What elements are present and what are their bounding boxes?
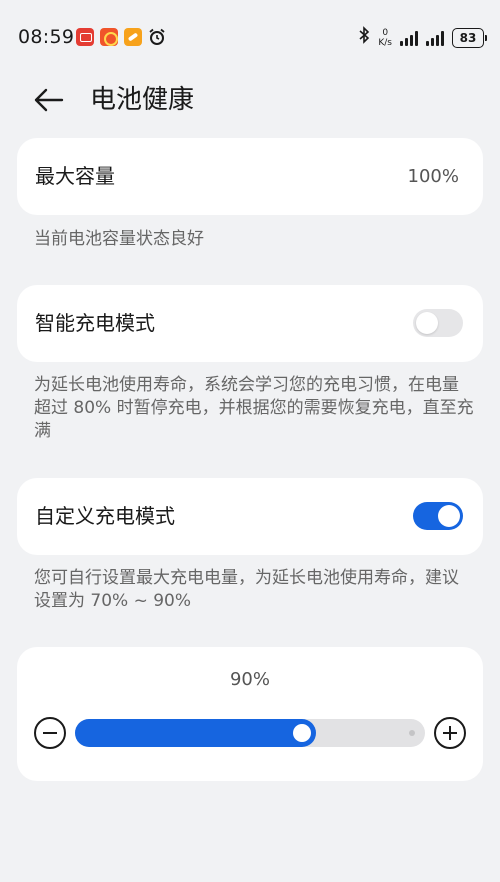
custom-charging-note: 您可自行设置最大充电电量，为延长电池使用寿命，建议设置为 70% ~ 90% <box>34 568 459 611</box>
toggle-knob <box>438 505 460 527</box>
max-capacity-value: 100% <box>407 166 459 187</box>
status-bar: 08:59 0 K/s 83 <box>0 0 500 76</box>
max-capacity-label: 最大容量 <box>35 164 115 188</box>
decrease-button[interactable] <box>34 717 66 749</box>
page-title: 电池健康 <box>90 85 195 115</box>
charge-limit-card: 90% <box>17 647 483 781</box>
back-button[interactable] <box>30 82 70 118</box>
notification-icons <box>76 28 166 46</box>
custom-charging-toggle[interactable] <box>413 502 463 530</box>
network-speed: 0 K/s <box>378 28 392 48</box>
smart-charging-note: 为延长电池使用寿命，系统会学习您的充电习惯，在电量超过 80% 时暂停充电，并根… <box>34 375 474 441</box>
shopping-app-icon <box>100 28 118 46</box>
arrow-left-icon <box>34 88 64 112</box>
toggle-knob <box>416 312 438 334</box>
smart-charging-card: 智能充电模式 <box>17 285 483 362</box>
signal-icon-2 <box>426 30 444 46</box>
smart-charging-label: 智能充电模式 <box>35 311 155 335</box>
smart-charging-toggle[interactable] <box>413 309 463 337</box>
orange-app-icon <box>124 28 142 46</box>
custom-charging-label: 自定义充电模式 <box>35 504 175 528</box>
message-app-icon <box>76 28 94 46</box>
network-speed-unit: K/s <box>378 37 392 48</box>
charge-limit-value: 90% <box>229 669 270 690</box>
status-right: 0 K/s 83 <box>358 26 487 49</box>
increase-button[interactable] <box>434 717 466 749</box>
alarm-icon <box>148 28 166 46</box>
bluetooth-icon <box>358 26 370 49</box>
network-speed-value: 0 <box>382 27 389 38</box>
max-capacity-card: 最大容量 100% <box>17 138 483 215</box>
max-capacity-note: 当前电池容量状态良好 <box>34 229 204 249</box>
status-time: 08:59 <box>18 26 75 48</box>
slider-thumb[interactable] <box>293 724 311 742</box>
slider-fill <box>75 719 316 747</box>
battery-icon: 83 <box>452 27 487 48</box>
custom-charging-card: 自定义充电模式 <box>17 478 483 555</box>
battery-level: 83 <box>459 30 477 45</box>
header: 电池健康 <box>0 76 500 124</box>
slider-end-dot <box>409 730 415 736</box>
charge-limit-slider[interactable] <box>75 719 425 747</box>
signal-icon <box>400 30 418 46</box>
